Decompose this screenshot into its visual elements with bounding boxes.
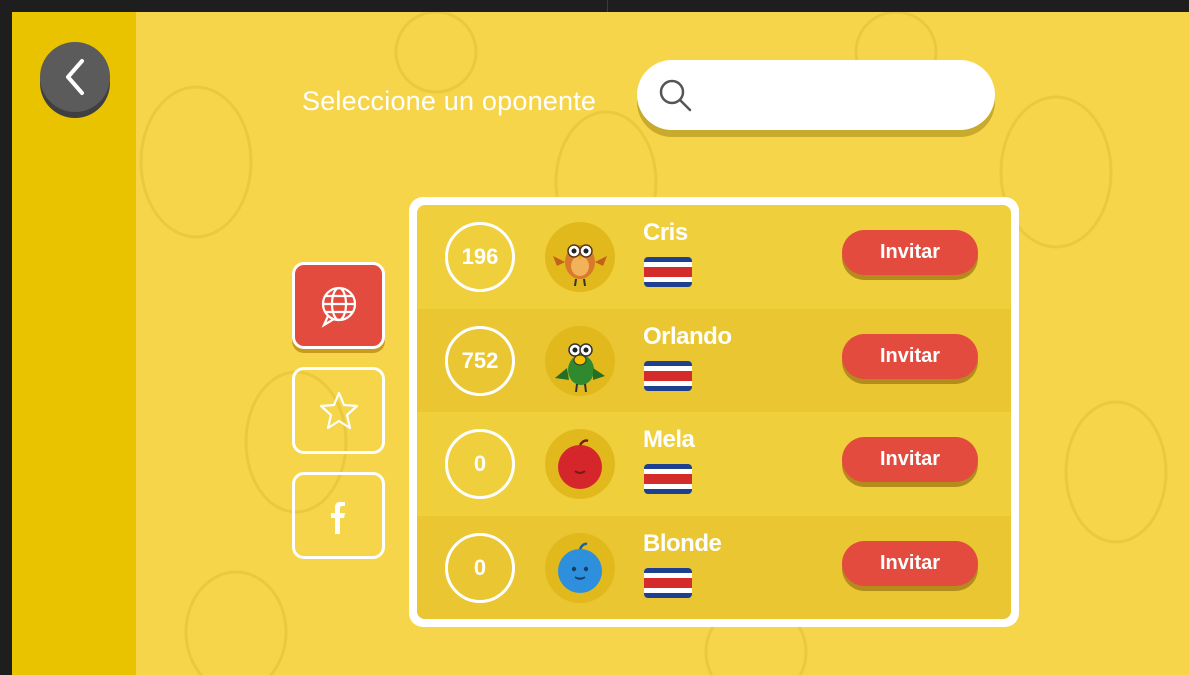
- search-input[interactable]: [707, 75, 977, 115]
- tab-favorites[interactable]: [292, 367, 385, 454]
- red-ball-icon: [558, 439, 602, 489]
- blue-ball-avatar: [545, 532, 615, 603]
- globe-chat-icon: [321, 286, 356, 328]
- tab-facebook[interactable]: [292, 472, 385, 559]
- costa-rica-flag-icon: [644, 464, 692, 494]
- invite-button[interactable]: Invitar: [842, 437, 978, 482]
- owl-icon: [553, 244, 607, 287]
- invite-button[interactable]: Invitar: [842, 540, 978, 586]
- search-icon: [659, 79, 692, 112]
- list-item: 196 Cris Invitar: [417, 205, 1011, 309]
- owl-avatar: [545, 222, 615, 292]
- top-bar-divider: [607, 0, 608, 12]
- score-badge: 752: [445, 325, 515, 396]
- star-icon: [319, 391, 358, 429]
- facebook-icon: [330, 501, 345, 534]
- red-ball-avatar: [545, 429, 615, 499]
- tab-world[interactable]: [292, 262, 385, 349]
- parrot-avatar: [545, 325, 615, 396]
- score-badge: 0: [445, 429, 515, 499]
- costa-rica-flag-icon: [644, 567, 692, 598]
- costa-rica-flag-icon: [644, 257, 692, 287]
- app-screen: Seleccione un oponente 196 Cris Invitar …: [12, 12, 1189, 675]
- parrot-icon: [555, 342, 605, 392]
- score-badge: 196: [445, 222, 515, 292]
- invite-button[interactable]: Invitar: [842, 230, 978, 275]
- search-box[interactable]: [637, 60, 995, 130]
- list-item: 0 Mela Invitar: [417, 412, 1011, 516]
- page-title: Seleccione un oponente: [302, 86, 597, 116]
- window-top-bar: [0, 0, 1189, 12]
- invite-button[interactable]: Invitar: [842, 333, 978, 379]
- player-name: Mela: [643, 426, 695, 453]
- opponent-list-body: 196 Cris Invitar 752 Orlando Invitar 0 M…: [417, 205, 1011, 619]
- player-name: Blonde: [643, 529, 722, 557]
- costa-rica-flag-icon: [644, 360, 692, 391]
- opponent-list: 196 Cris Invitar 752 Orlando Invitar 0 M…: [409, 197, 1019, 627]
- back-button[interactable]: [40, 42, 110, 112]
- blue-ball-icon: [558, 542, 602, 593]
- list-item: 0 Blonde Invitar: [417, 515, 1011, 619]
- chevron-left-icon: [66, 59, 84, 95]
- score-badge: 0: [445, 532, 515, 603]
- list-item: 752 Orlando Invitar: [417, 308, 1011, 412]
- player-name: Orlando: [643, 322, 732, 350]
- player-name: Cris: [643, 219, 688, 246]
